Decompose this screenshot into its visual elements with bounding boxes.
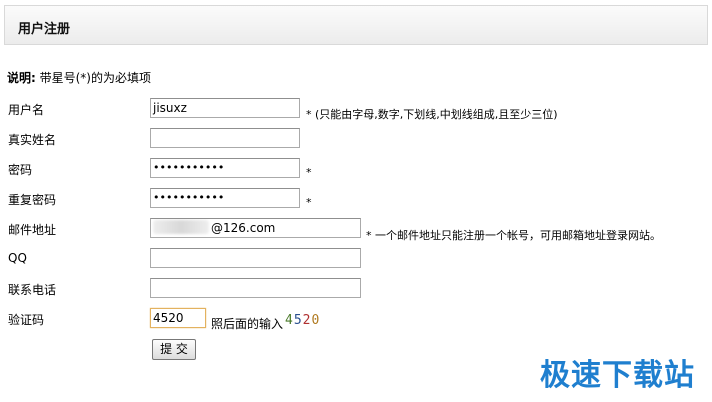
captcha-image[interactable]: 4520 xyxy=(285,313,320,328)
phone-input[interactable] xyxy=(150,278,361,298)
password-label: 密码 xyxy=(8,163,33,177)
site-watermark: 极速下载站 xyxy=(540,358,695,393)
captcha-input[interactable]: 4520 xyxy=(150,308,206,328)
required-note: 说明: 带星号(*)的为必填项 xyxy=(7,69,151,86)
email-hint: * 一个邮件地址只能注册一个帐号，可用邮箱地址登录网站。 xyxy=(366,229,661,242)
password-input[interactable]: ••••••••••• xyxy=(150,158,300,178)
realname-label: 真实姓名 xyxy=(8,133,57,147)
password-required-star: * xyxy=(306,166,312,179)
username-label: 用户名 xyxy=(8,103,45,117)
qq-input[interactable] xyxy=(150,248,361,268)
username-hint: * (只能由字母,数字,下划线,中划线组成,且至少三位) xyxy=(306,108,558,121)
realname-input[interactable] xyxy=(150,128,300,148)
email-input[interactable]: @126.com xyxy=(150,218,361,238)
captcha-label: 验证码 xyxy=(8,313,45,327)
username-input[interactable]: jisuxz xyxy=(150,98,300,118)
page-title: 用户注册 xyxy=(18,22,71,37)
repeat-password-label: 重复密码 xyxy=(8,193,57,207)
repeat-password-input[interactable]: ••••••••••• xyxy=(150,188,300,208)
email-label: 邮件地址 xyxy=(8,223,57,237)
required-note-text: 带星号(*)的为必填项 xyxy=(35,71,151,85)
submit-button[interactable]: 提 交 xyxy=(152,339,196,360)
required-note-label: 说明: xyxy=(7,71,36,85)
redacted-email-local-part xyxy=(153,220,209,234)
captcha-instruction: 照后面的输入 xyxy=(211,317,284,331)
phone-label: 联系电话 xyxy=(8,283,57,297)
email-domain: @126.com xyxy=(211,221,276,235)
captcha-char: 0 xyxy=(311,313,321,328)
page-header: 用户注册 xyxy=(4,5,708,45)
captcha-char: 4 xyxy=(285,313,294,328)
captcha-char: 5 xyxy=(293,313,303,328)
captcha-char: 2 xyxy=(302,313,312,328)
repeat-password-required-star: * xyxy=(306,196,312,209)
qq-label: QQ xyxy=(8,251,27,265)
